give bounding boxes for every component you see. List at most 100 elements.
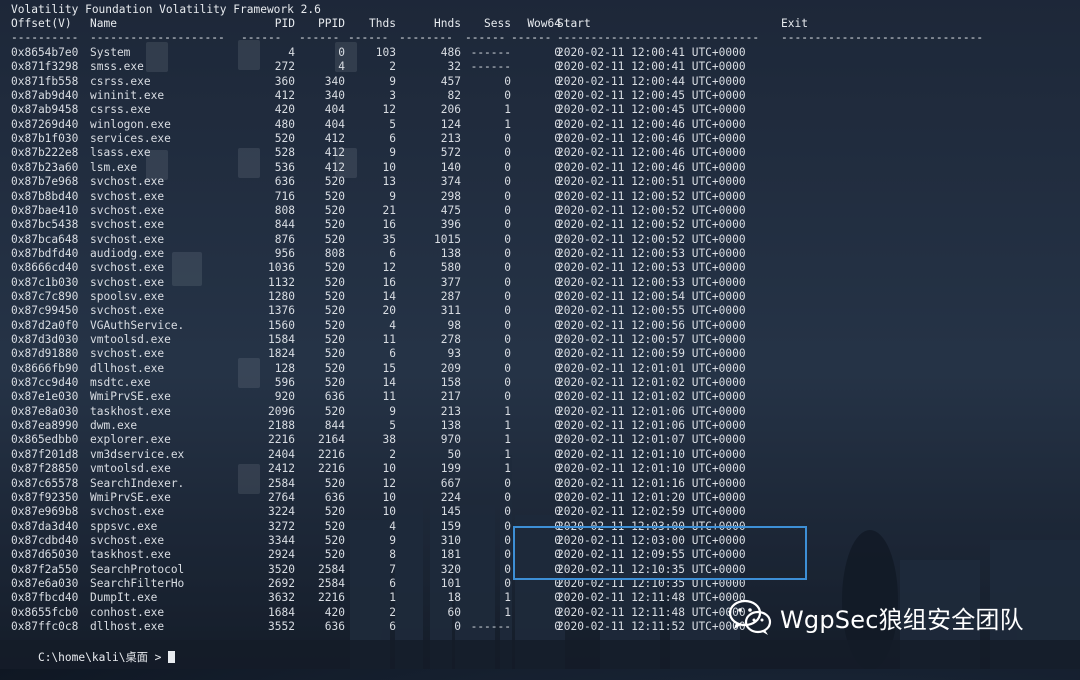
col-ppid: 520 — [324, 218, 345, 232]
col-name: csrss.exe — [90, 74, 151, 88]
col-pid: 808 — [274, 203, 295, 217]
separator-wow64: ------ — [511, 31, 552, 44]
col-hnds: 209 — [440, 361, 461, 375]
col-thds: 6 — [389, 132, 396, 146]
col-offset: 0x87d2a0f0 — [11, 318, 79, 332]
col-name: sppsvc.exe — [90, 519, 158, 533]
header-thds: Thds — [369, 17, 396, 30]
process-row: 0x87f201d8 vm3dservice.ex 2404 2216 2 50 1 0 202… — [11, 448, 1071, 462]
col-name: csrss.exe — [90, 103, 151, 117]
col-offset: 0x87bae410 — [11, 203, 79, 217]
col-sess: 0 — [504, 132, 511, 146]
col-name: dllhost.exe — [90, 361, 165, 375]
col-start: 2020-02-11 12:00:46 UTC+0000 — [557, 160, 746, 174]
col-start: 2020-02-11 12:01:02 UTC+0000 — [557, 390, 746, 404]
col-name: smss.exe — [90, 60, 144, 74]
col-sess: ------ — [470, 46, 511, 59]
col-wow64: 0 — [554, 333, 561, 346]
process-row: 0x87f28850 vmtoolsd.exe 2412 2216 10 199 1 0 202… — [11, 462, 1071, 476]
col-hnds: 572 — [440, 146, 461, 160]
col-offset: 0x87cc9d40 — [11, 376, 79, 390]
process-row: 0x87bae410 svchost.exe 808 520 21 475 0 0 2020-0… — [11, 204, 1071, 218]
col-ppid: 340 — [324, 89, 345, 103]
col-pid: 2692 — [268, 576, 295, 590]
col-name: VGAuthService. — [90, 318, 185, 332]
col-wow64: 0 — [554, 203, 561, 217]
process-row: 0x87b7e968 svchost.exe 636 520 13 374 0 0 2020-0… — [11, 175, 1071, 189]
watermark-text: WgpSec狼组安全团队 — [780, 605, 1024, 634]
process-row: 0x87f92350 WmiPrvSE.exe 2764 636 10 224 0 0 2020… — [11, 491, 1071, 505]
col-pid: 1560 — [268, 318, 295, 332]
col-hnds: 1015 — [434, 232, 461, 246]
col-pid: 420 — [274, 103, 295, 117]
col-thds: 9 — [389, 533, 396, 547]
col-offset: 0x8666cd40 — [11, 261, 79, 275]
col-name: svchost.exe — [90, 232, 165, 246]
col-sess: 1 — [504, 462, 511, 476]
col-ppid: 2216 — [318, 447, 345, 461]
col-name: services.exe — [90, 132, 171, 146]
col-ppid: 520 — [324, 261, 345, 275]
col-hnds: 50 — [447, 447, 461, 461]
col-sess: 1 — [504, 447, 511, 461]
col-hnds: 213 — [440, 404, 461, 418]
col-ppid: 520 — [324, 533, 345, 547]
col-thds: 12 — [382, 476, 396, 490]
col-pid: 1132 — [268, 275, 295, 289]
col-thds: 6 — [389, 347, 396, 361]
col-thds: 6 — [389, 576, 396, 590]
col-pid: 360 — [274, 74, 295, 88]
col-thds: 103 — [375, 46, 396, 59]
col-hnds: 138 — [440, 246, 461, 260]
col-wow64: 0 — [554, 476, 561, 490]
col-sess: 0 — [504, 347, 511, 361]
col-pid: 2924 — [268, 548, 295, 562]
col-offset: 0x87bc5438 — [11, 218, 79, 232]
col-thds: 14 — [382, 376, 396, 390]
col-hnds: 32 — [447, 60, 461, 74]
process-row: 0x87e969b8 svchost.exe 3224 520 10 145 0 0 2020-… — [11, 505, 1071, 519]
col-ppid: 636 — [324, 390, 345, 404]
col-sess: 0 — [504, 361, 511, 375]
col-offset: 0x87d3d030 — [11, 333, 79, 346]
col-start: 2020-02-11 12:00:54 UTC+0000 — [557, 289, 746, 303]
process-row: 0x87b222e8 lsass.exe 528 412 9 572 0 0 2020-02-1… — [11, 146, 1071, 160]
col-wow64: 0 — [554, 304, 561, 318]
col-name: winlogon.exe — [90, 117, 171, 131]
col-ppid: 2584 — [318, 562, 345, 576]
col-offset: 0x87c7c890 — [11, 289, 79, 303]
col-pid: 876 — [274, 232, 295, 246]
col-sess: 0 — [504, 175, 511, 189]
col-thds: 35 — [382, 232, 396, 246]
col-start: 2020-02-11 12:00:46 UTC+0000 — [557, 146, 746, 160]
col-start: 2020-02-11 12:01:07 UTC+0000 — [557, 433, 746, 447]
col-name: lsass.exe — [90, 146, 151, 160]
col-offset: 0x87bdfd40 — [11, 246, 79, 260]
col-name: spoolsv.exe — [90, 289, 165, 303]
col-start: 2020-02-11 12:01:16 UTC+0000 — [557, 476, 746, 490]
process-row: 0x87d2a0f0 VGAuthService. 1560 520 4 98 0 0 2020… — [11, 319, 1071, 333]
header-offset: Offset(V) — [11, 17, 72, 30]
col-hnds: 970 — [440, 433, 461, 447]
command-prompt[interactable]: C:\home\kali\桌面 > — [11, 637, 176, 680]
col-wow64: 0 — [554, 591, 561, 605]
col-sess: 1 — [504, 404, 511, 418]
separator-hnds: -------- — [399, 31, 453, 44]
prompt-path: C:\home\kali\桌面 > — [37, 651, 169, 665]
col-pid: 480 — [274, 117, 295, 131]
col-offset: 0x87f28850 — [11, 462, 79, 476]
col-thds: 2 — [389, 605, 396, 619]
col-thds: 4 — [389, 318, 396, 332]
col-start: 2020-02-11 12:00:53 UTC+0000 — [557, 246, 746, 260]
col-hnds: 98 — [447, 318, 461, 332]
separator-name: -------------------- — [90, 31, 225, 44]
col-hnds: 159 — [440, 519, 461, 533]
col-hnds: 18 — [447, 591, 461, 605]
col-offset: 0x87b222e8 — [11, 146, 79, 160]
col-start: 2020-02-11 12:00:52 UTC+0000 — [557, 189, 746, 203]
col-offset: 0x87f201d8 — [11, 447, 79, 461]
col-thds: 6 — [389, 620, 396, 633]
separator-pid: ------ — [241, 31, 282, 44]
col-hnds: 396 — [440, 218, 461, 232]
col-start: 2020-02-11 12:01:01 UTC+0000 — [557, 361, 746, 375]
